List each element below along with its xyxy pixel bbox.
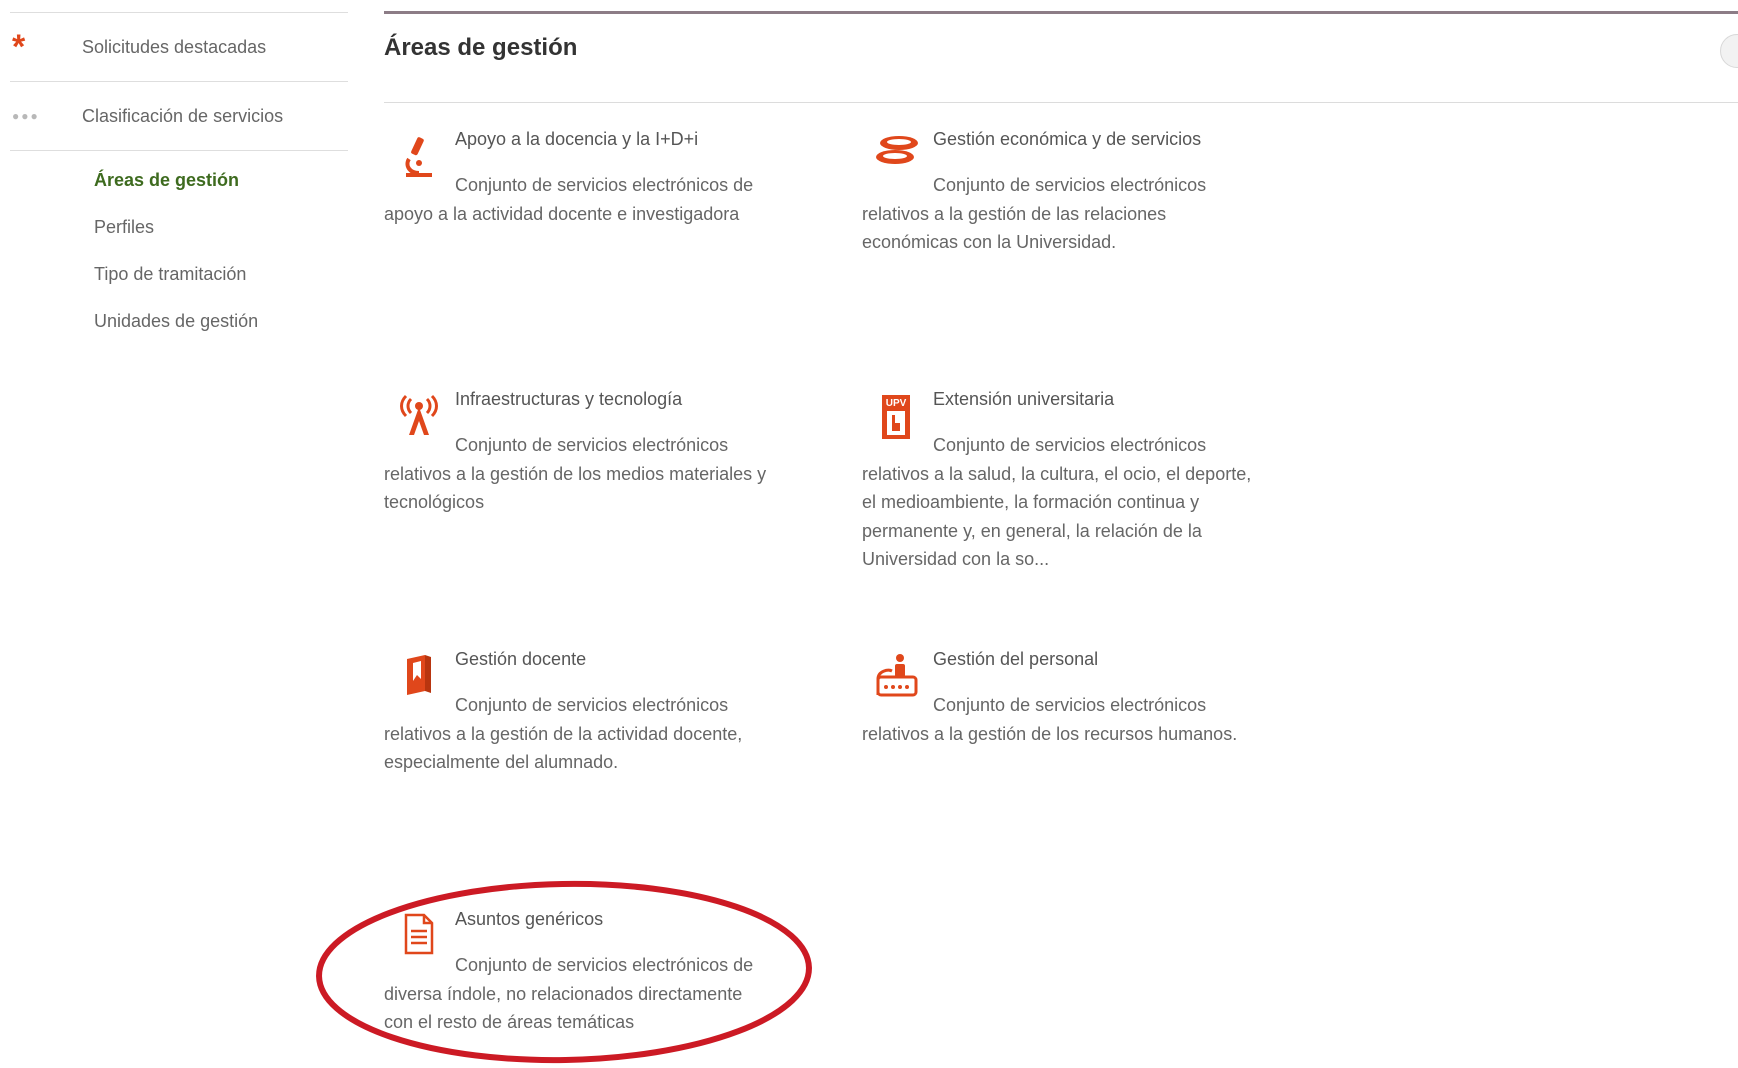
area-card[interactable]: Gestión docente Conjunto de servicios el… (384, 649, 774, 772)
area-title[interactable]: Gestión docente (455, 649, 586, 670)
sidebar-item-label: Solicitudes destacadas (82, 36, 267, 57)
area-title[interactable]: Extensión universitaria (933, 389, 1114, 410)
area-description: Conjunto de servicios electrónicos relat… (862, 175, 1207, 252)
sidebar-item-service-classification[interactable]: ●●● Clasificación de servicios (10, 82, 348, 150)
area-card[interactable]: Apoyo a la docencia y la I+D+i Conjunto … (384, 129, 774, 251)
asterisk-icon: * (12, 28, 26, 66)
sidebar-subitem-areas[interactable]: Áreas de gestión (94, 170, 239, 191)
area-description: Conjunto de servicios electrónicos relat… (862, 435, 1252, 569)
corner-round-button[interactable] (1720, 34, 1738, 68)
area-title[interactable]: Gestión económica y de servicios (933, 129, 1201, 150)
upv-badge: UPV (886, 398, 907, 409)
area-card[interactable]: Gestión del personal Conjunto de servici… (862, 649, 1252, 771)
area-description: Conjunto de servicios electrónicos relat… (384, 435, 767, 512)
area-description: Conjunto de servicios electrónicos de di… (384, 955, 754, 1032)
area-description: Conjunto de servicios electrónicos de ap… (384, 175, 754, 224)
area-card[interactable]: Gestión económica y de servicios Conjunt… (862, 129, 1252, 271)
top-accent-bar (384, 11, 1738, 14)
sidebar-divider (10, 150, 348, 151)
page-title: Áreas de gestión (384, 34, 578, 61)
sidebar-subitem-processing-type[interactable]: Tipo de tramitación (94, 264, 246, 285)
area-description: Conjunto de servicios electrónicos relat… (862, 695, 1238, 744)
area-title[interactable]: Gestión del personal (933, 649, 1098, 670)
sidebar-subitem-management-units[interactable]: Unidades de gestión (94, 311, 258, 332)
sidebar-item-label: Clasificación de servicios (82, 105, 284, 126)
area-title[interactable]: Asuntos genéricos (455, 909, 603, 930)
area-card[interactable]: Infraestructuras y tecnología Conjunto d… (384, 389, 774, 512)
area-card[interactable]: UPV Extensión universitaria Conjunto de … (862, 389, 1252, 571)
area-title[interactable]: Apoyo a la docencia y la I+D+i (455, 129, 698, 150)
area-card-generic[interactable]: Asuntos genéricos Conjunto de servicios … (384, 909, 774, 1032)
title-divider (384, 102, 1738, 103)
area-title[interactable]: Infraestructuras y tecnología (455, 389, 682, 410)
ellipsis-icon: ●●● (12, 109, 40, 123)
area-description: Conjunto de servicios electrónicos relat… (384, 695, 743, 772)
sidebar-subitem-profiles[interactable]: Perfiles (94, 217, 154, 238)
sidebar-item-featured-requests[interactable]: * Solicitudes destacadas (10, 13, 348, 81)
